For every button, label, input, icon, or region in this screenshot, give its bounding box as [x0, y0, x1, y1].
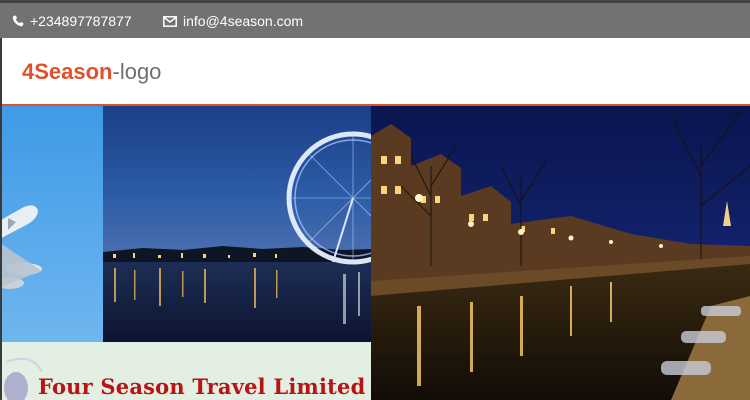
london-eye-night-image	[103, 106, 371, 342]
amsterdam-canal-night-image	[371, 106, 750, 400]
contact-bar: +234897787877 info@4season.com	[0, 0, 750, 38]
envelope-icon	[163, 15, 177, 27]
email-address: info@4season.com	[183, 13, 304, 29]
email-contact[interactable]: info@4season.com	[163, 13, 303, 29]
site-logo[interactable]: 4Season-logo	[22, 59, 161, 85]
hero-caption: Four Season Travel Limited	[38, 374, 366, 399]
hero-banner: Four Season Travel Limited	[2, 106, 750, 400]
airplane-sky-image	[2, 106, 103, 342]
phone-icon	[12, 15, 24, 27]
logo-suffix: -logo	[112, 59, 162, 84]
site-header: 4Season-logo	[2, 38, 750, 106]
logo-brand: 4Season	[22, 59, 113, 84]
phone-contact[interactable]: +234897787877	[12, 13, 132, 29]
phone-number: +234897787877	[30, 13, 132, 29]
browser-page: +234897787877 info@4season.com 4Season-l…	[0, 0, 750, 400]
